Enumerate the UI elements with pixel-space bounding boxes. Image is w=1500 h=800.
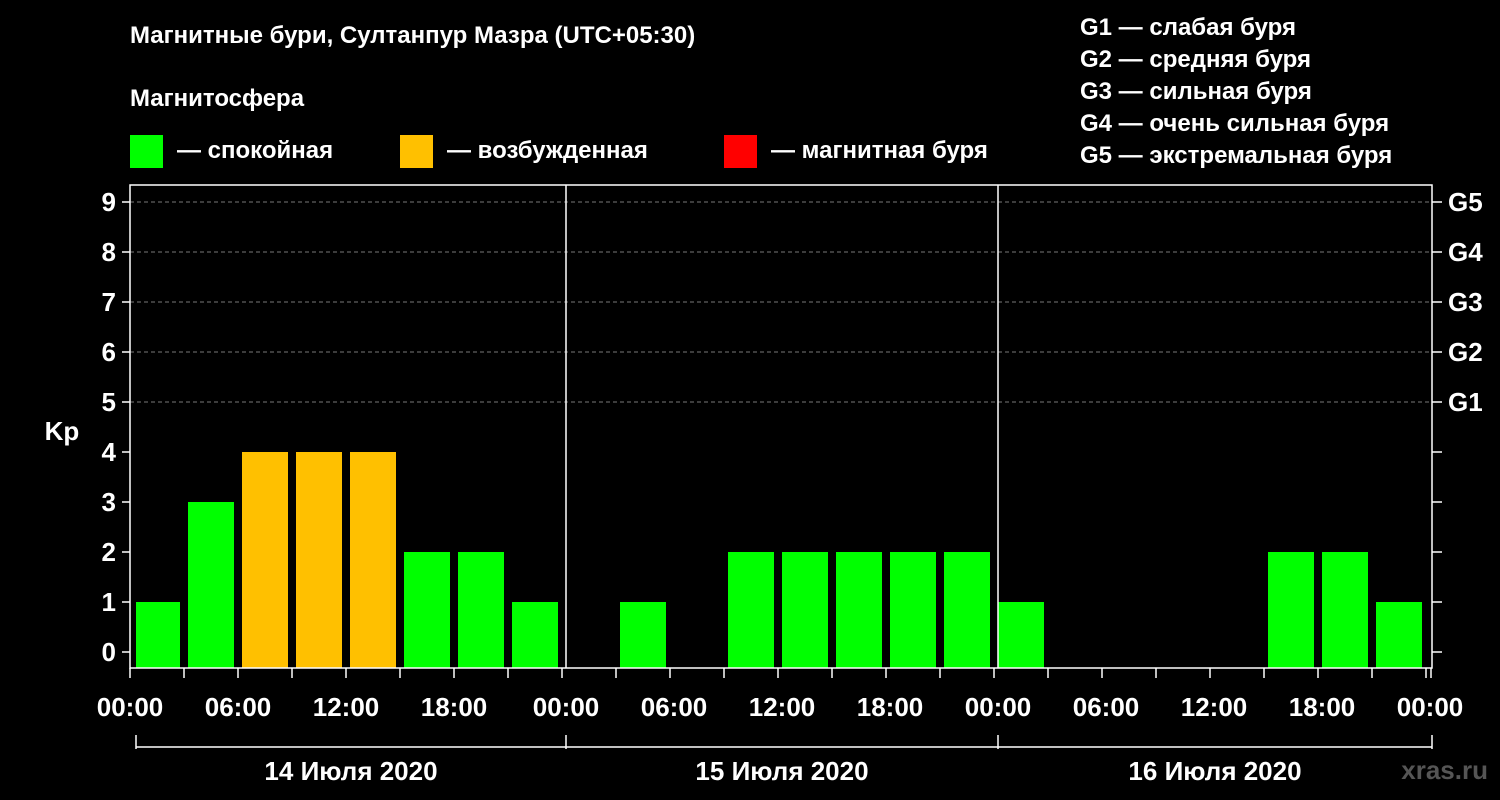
g-level-label-g3: G3 <box>1448 287 1483 317</box>
x-tick-label-1: 06:00 <box>205 692 272 722</box>
kp-bar-3 <box>296 452 342 668</box>
kp-bar-5 <box>404 552 450 668</box>
kp-bar-chart: 0 1 2 3 4 5 6 7 8 9 G1 G2 G3 G4 G5 Kp 00:00 06:00 12:00 18:… <box>45 184 1483 786</box>
y-tick-label-6: 6 <box>102 337 116 367</box>
x-tick-label-12: 00:00 <box>1397 692 1464 722</box>
y-tick-label-0: 0 <box>102 637 116 667</box>
x-tick-label-11: 18:00 <box>1289 692 1356 722</box>
kp-bar-22 <box>1322 552 1368 668</box>
kp-bar-16 <box>998 602 1044 668</box>
kp-bar-1 <box>188 502 234 668</box>
kp-bar-6 <box>458 552 504 668</box>
g-level-label-g4: G4 <box>1448 237 1483 267</box>
x-tick-label-8: 00:00 <box>965 692 1032 722</box>
kp-bar-13 <box>836 552 882 668</box>
kp-bar-21 <box>1268 552 1314 668</box>
y-tick-label-4: 4 <box>102 437 117 467</box>
g-level-label-g5: G5 <box>1448 187 1483 217</box>
kp-bar-23 <box>1376 602 1422 668</box>
x-tick-label-3: 18:00 <box>421 692 488 722</box>
y-tick-label-1: 1 <box>102 587 116 617</box>
y-tick-label-7: 7 <box>102 287 116 317</box>
x-tick-label-9: 06:00 <box>1073 692 1140 722</box>
day-label-1: 15 Июля 2020 <box>695 756 868 786</box>
kp-bar-7 <box>512 602 558 668</box>
kp-bar-0 <box>136 602 180 668</box>
watermark: xras.ru <box>1401 755 1488 785</box>
x-tick-label-6: 12:00 <box>749 692 816 722</box>
y-tick-label-3: 3 <box>102 487 116 517</box>
y-tick-label-8: 8 <box>102 237 116 267</box>
x-tick-label-2: 12:00 <box>313 692 380 722</box>
kp-bar-12 <box>782 552 828 668</box>
day-label-0: 14 Июля 2020 <box>264 756 437 786</box>
x-tick-label-0: 00:00 <box>97 692 164 722</box>
kp-bar-2 <box>242 452 288 668</box>
kp-bar-9 <box>620 602 666 668</box>
g-level-label-g1: G1 <box>1448 387 1483 417</box>
kp-bar-4 <box>350 452 396 668</box>
kp-bar-15 <box>944 552 990 668</box>
x-tick-label-5: 06:00 <box>641 692 708 722</box>
kp-bar-14 <box>890 552 936 668</box>
y-tick-label-5: 5 <box>102 387 116 417</box>
g-level-label-g2: G2 <box>1448 337 1483 367</box>
y-tick-label-9: 9 <box>102 187 116 217</box>
y-tick-label-2: 2 <box>102 537 116 567</box>
day-label-2: 16 Июля 2020 <box>1128 756 1301 786</box>
x-tick-label-10: 12:00 <box>1181 692 1248 722</box>
x-tick-label-4: 00:00 <box>533 692 600 722</box>
y-axis-label: Kp <box>45 416 80 446</box>
kp-bar-11 <box>728 552 774 668</box>
x-tick-label-7: 18:00 <box>857 692 924 722</box>
